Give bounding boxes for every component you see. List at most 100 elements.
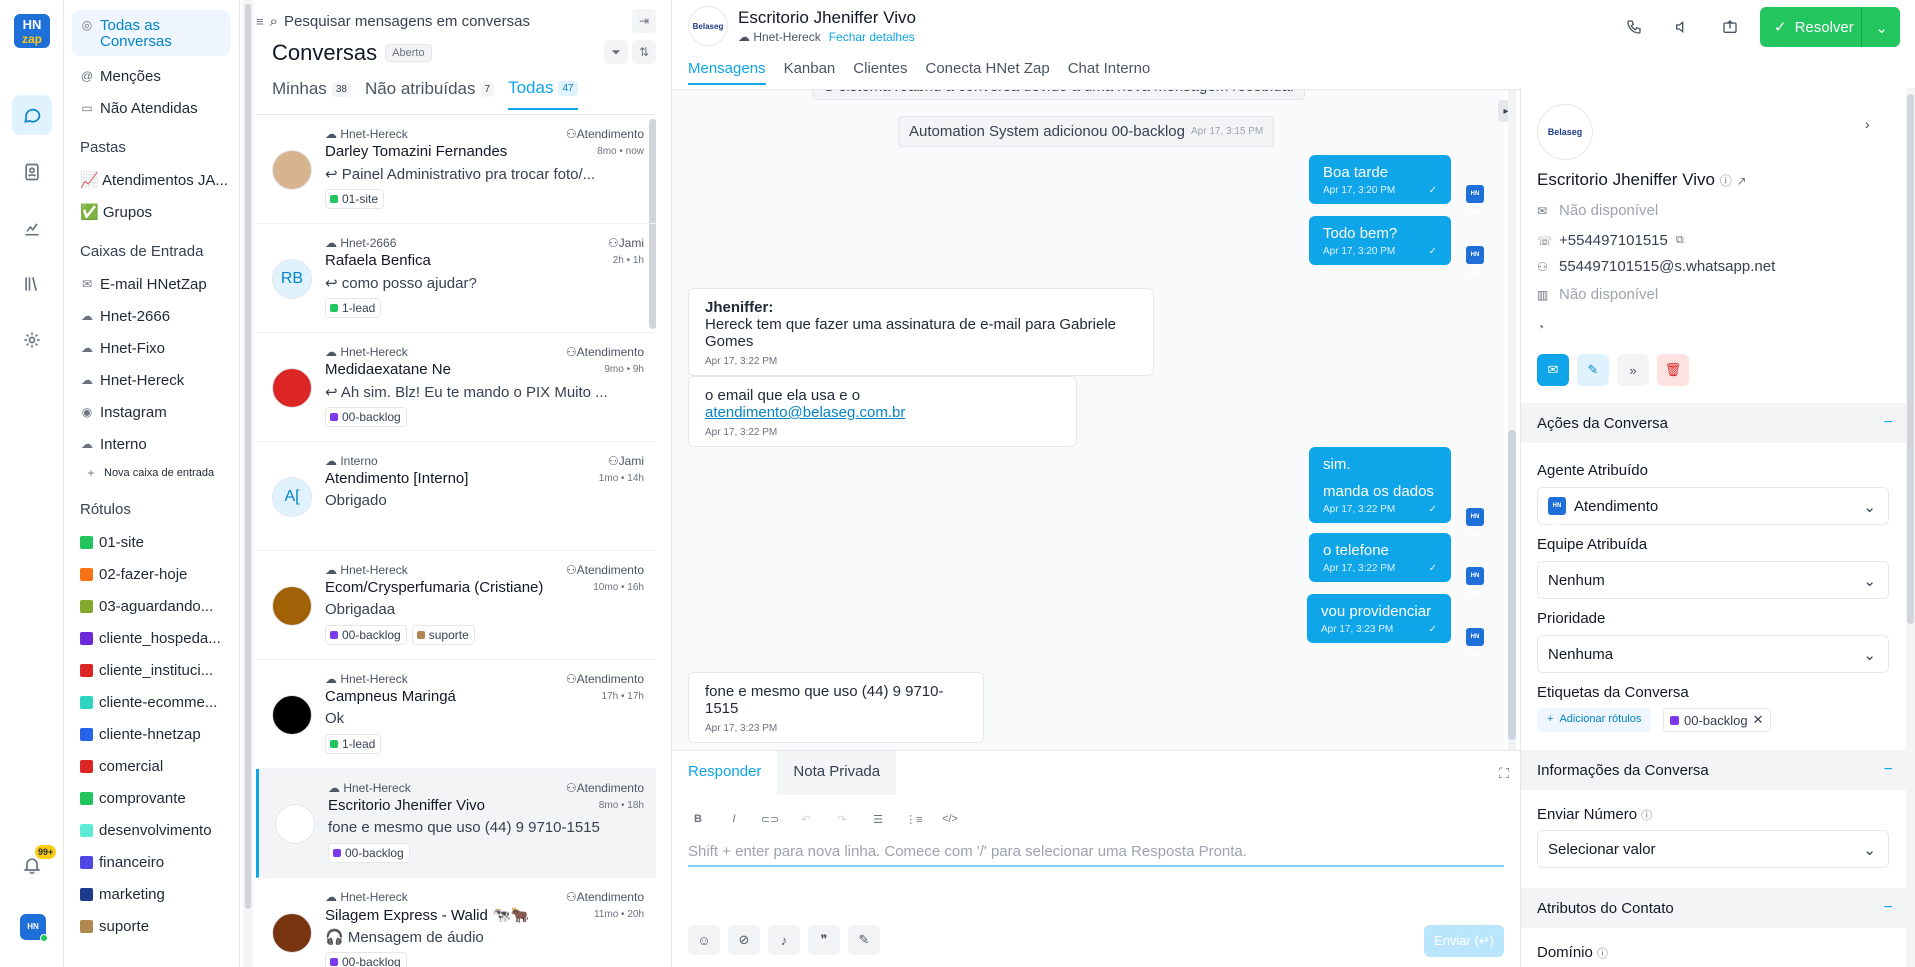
agent-select[interactable]: HN zap Atendimento ⌄	[1537, 487, 1889, 527]
info-icon[interactable]: ⓘ	[1720, 174, 1732, 188]
sidebar-label-item[interactable]: financeiro	[64, 846, 239, 878]
sidebar-inbox-hnet-fixo[interactable]: ☁ Hnet-Fixo	[64, 332, 239, 364]
email-link[interactable]: atendimento@belaseg.com.br	[705, 404, 905, 421]
edit-contact-button[interactable]: ✎	[1577, 354, 1609, 386]
delete-contact-button[interactable]: 🗑	[1657, 354, 1689, 386]
conversation-info-section[interactable]: Informações da Conversa −	[1521, 750, 1907, 790]
conversation-search[interactable]: ≡ ⌕ Pesquisar mensagens em conversas	[256, 8, 574, 34]
tab-mensagens[interactable]: Mensagens	[688, 60, 766, 85]
link-icon[interactable]: ⊂⊃	[758, 807, 782, 831]
sidebar-label-item[interactable]: cliente_instituci...	[64, 654, 239, 686]
reports-nav-icon[interactable]	[12, 208, 52, 248]
mute-icon[interactable]	[1666, 13, 1698, 41]
external-link-icon[interactable]: ↗	[1736, 174, 1746, 188]
message-input[interactable]: Shift + enter para nova linha. Comece co…	[688, 841, 1504, 867]
sidebar-item-all-conversations[interactable]: ◎ Todas as Conversas	[72, 10, 231, 56]
app-logo[interactable]: HN zap	[14, 14, 50, 48]
add-labels-button[interactable]: + Adicionar rótulos	[1537, 708, 1652, 732]
sidebar-label-item[interactable]: cliente-ecomme...	[64, 686, 239, 718]
sidebar-scrollbar[interactable]	[243, 0, 253, 967]
library-nav-icon[interactable]	[12, 264, 52, 304]
undo-icon[interactable]: ↶	[794, 807, 818, 831]
tab-reply[interactable]: Responder	[672, 751, 778, 795]
settings-gear-icon[interactable]	[12, 320, 52, 360]
attachment-icon[interactable]: ⊘	[728, 925, 760, 955]
sidebar-inbox-hnet-hereck[interactable]: ☁ Hnet-Hereck	[64, 364, 239, 396]
close-details-link[interactable]: Fechar detalhes	[829, 30, 915, 44]
new-inbox-button[interactable]: + Nova caixa de entrada	[64, 460, 239, 486]
redo-icon[interactable]: ↷	[830, 807, 854, 831]
menu-icon[interactable]: ≡	[256, 14, 264, 29]
sidebar-label-item[interactable]: cliente_hospeda...	[64, 622, 239, 654]
phone-icon[interactable]	[1618, 13, 1650, 41]
tab-kanban[interactable]: Kanban	[784, 60, 836, 85]
quote-icon[interactable]: ❞	[808, 925, 840, 955]
copy-icon[interactable]: ⧉	[1676, 234, 1684, 247]
contact-attributes-section[interactable]: Atributos do Contato −	[1521, 888, 1907, 928]
conversation-actions-section[interactable]: Ações da Conversa −	[1521, 403, 1907, 443]
sidebar-label-item[interactable]: 01-site	[64, 526, 239, 558]
tab-private-note[interactable]: Nota Privada	[777, 751, 897, 795]
sidebar-inbox-hnet-2666[interactable]: ☁ Hnet-2666	[64, 300, 239, 332]
signature-icon[interactable]: ✎	[848, 925, 880, 955]
conversation-row[interactable]: ☁ Hnet-Hereck ⚇Atendimento Silagem Expre…	[256, 878, 656, 967]
chevron-right-icon[interactable]: ›	[1865, 116, 1870, 132]
conversation-row[interactable]: ☁ Hnet-Hereck ⚇Atendimento Escritorio Jh…	[256, 769, 656, 878]
tab-clientes[interactable]: Clientes	[853, 60, 907, 85]
sidebar-inbox-interno[interactable]: ☁ Interno	[64, 428, 239, 460]
remove-tag-icon[interactable]: ✕	[1753, 712, 1764, 728]
new-message-button[interactable]: ✉	[1537, 354, 1569, 386]
conversation-row[interactable]: ☁ Hnet-Hereck ⚇Atendimento Medidaexatane…	[256, 333, 656, 442]
contacts-nav-icon[interactable]	[12, 152, 52, 192]
sidebar-label-item[interactable]: 03-aguardando...	[64, 590, 239, 622]
tab-nao-atribuidas[interactable]: Não atribuídas 7	[365, 78, 495, 110]
sidebar-inbox-email[interactable]: ✉ E-mail HNetZap	[64, 268, 239, 300]
message-list-scrollbar[interactable]	[1508, 90, 1516, 750]
conversation-row[interactable]: ☁ Hnet-Hereck ⚇Atendimento Ecom/Crysperf…	[256, 551, 656, 660]
whatsapp-icon[interactable]: ◔	[1537, 320, 1551, 334]
share-icon[interactable]	[1714, 13, 1746, 41]
expand-icon[interactable]: ⛶	[1492, 761, 1516, 785]
italic-icon[interactable]: I	[722, 807, 746, 831]
contact-panel-scrollbar[interactable]	[1906, 88, 1915, 967]
numbered-list-icon[interactable]: ⋮≡	[902, 807, 926, 831]
sidebar-inbox-instagram[interactable]: ◉ Instagram	[64, 396, 239, 428]
code-icon[interactable]: </>	[938, 807, 962, 831]
sidebar-label-item[interactable]: desenvolvimento	[64, 814, 239, 846]
send-button[interactable]: Enviar (↵)	[1424, 925, 1504, 957]
sidebar-label-item[interactable]: marketing	[64, 878, 239, 910]
sidebar-item-mentions[interactable]: @ Menções	[64, 60, 239, 92]
conversation-row[interactable]: A[ ☁ Interno ⚇Jami Atendimento [Interno]…	[256, 442, 656, 551]
user-avatar[interactable]: HN zap	[20, 914, 48, 957]
bold-icon[interactable]: B	[686, 807, 710, 831]
sort-icon[interactable]: ⇅	[632, 40, 656, 64]
conversation-row[interactable]: ☁ Hnet-Hereck ⚇Atendimento Darley Tomazi…	[256, 115, 656, 224]
resolve-button[interactable]: ✓ Resolver ⌄	[1760, 7, 1900, 47]
tab-conecta-hnet-zap[interactable]: Conecta HNet Zap	[925, 60, 1049, 85]
merge-contact-button[interactable]: »	[1617, 354, 1649, 386]
bullet-list-icon[interactable]: ☰	[866, 807, 890, 831]
sidebar-label-item[interactable]: comercial	[64, 750, 239, 782]
tab-minhas[interactable]: Minhas 38	[272, 78, 351, 110]
sidebar-label-item[interactable]: comprovante	[64, 782, 239, 814]
sidebar-label-item[interactable]: cliente-hnetzap	[64, 718, 239, 750]
tab-todas[interactable]: Todas 47	[508, 78, 578, 110]
contact-avatar[interactable]: Belaseg	[688, 6, 728, 46]
microphone-icon[interactable]: ♪	[768, 925, 800, 955]
search-input[interactable]: Pesquisar mensagens em conversas	[284, 13, 530, 30]
sidebar-label-item[interactable]: 02-fazer-hoje	[64, 558, 239, 590]
priority-select[interactable]: Nenhuma ⌄	[1537, 635, 1889, 673]
filter-icon[interactable]: ⏷	[604, 40, 628, 64]
conversation-row[interactable]: RB ☁ Hnet-2666 ⚇Jami Rafaela Benfica 2h …	[256, 224, 656, 333]
sidebar-item-unattended[interactable]: ▭ Não Atendidas	[64, 92, 239, 124]
sidebar-folder-atendimentos[interactable]: 📈 Atendimentos JA...	[64, 164, 239, 196]
sidebar-folder-grupos[interactable]: ✅ Grupos	[64, 196, 239, 228]
emoji-icon[interactable]: ☺	[688, 925, 720, 955]
collapse-panel-icon[interactable]: ⇥	[632, 9, 656, 33]
status-filter-badge[interactable]: Aberto	[385, 44, 432, 62]
send-number-select[interactable]: Selecionar valor ⌄	[1537, 830, 1889, 868]
sidebar-label-item[interactable]: suporte	[64, 910, 239, 942]
conversations-nav-icon[interactable]	[12, 95, 52, 135]
chevron-down-icon[interactable]: ⌄	[1875, 19, 1888, 37]
tab-chat-interno[interactable]: Chat Interno	[1068, 60, 1151, 85]
